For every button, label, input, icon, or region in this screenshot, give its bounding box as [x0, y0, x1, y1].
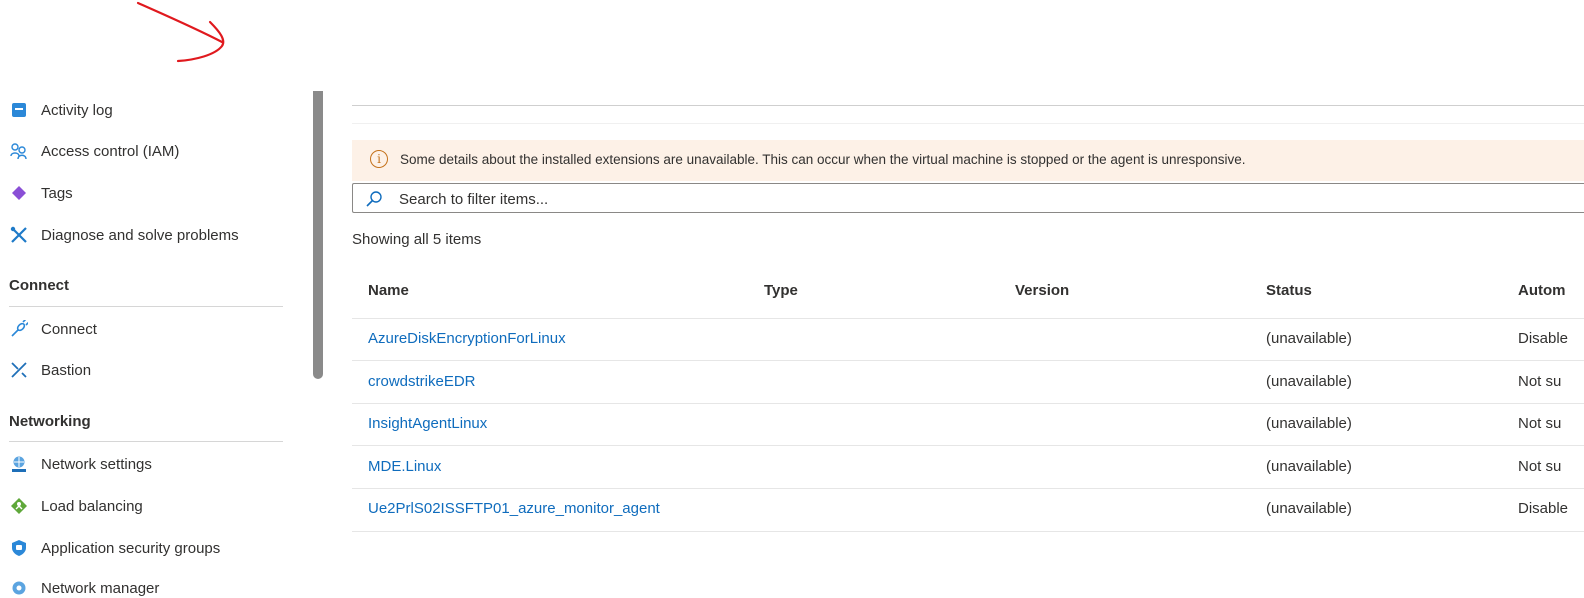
column-header-version[interactable]: Version — [1015, 282, 1069, 299]
sidebar-item-connect[interactable]: Connect — [0, 314, 290, 344]
header-divider — [352, 123, 1584, 124]
header-divider — [352, 105, 1584, 106]
search-icon — [365, 190, 383, 213]
sidebar-item-bastion[interactable]: Bastion — [0, 355, 290, 385]
section-divider — [9, 441, 283, 442]
table-divider — [352, 488, 1584, 489]
table-divider — [352, 531, 1584, 532]
network-manager-icon — [10, 579, 28, 597]
sidebar-item-access-control[interactable]: Access control (IAM) — [0, 136, 290, 166]
extension-auto-upgrade: Disable — [1518, 500, 1569, 517]
sidebar-item-application-security-groups[interactable]: Application security groups — [0, 533, 290, 563]
network-settings-icon — [10, 455, 28, 473]
section-header-networking: Networking — [9, 413, 91, 430]
sidebar-item-label: Diagnose and solve problems — [41, 226, 239, 244]
sidebar-item-label: Load balancing — [41, 497, 143, 515]
extension-status: (unavailable) — [1266, 500, 1352, 517]
extension-status: (unavailable) — [1266, 415, 1352, 432]
activity-log-icon — [10, 101, 28, 119]
shield-icon — [10, 539, 28, 557]
sidebar-item-activity-log[interactable]: Activity log — [0, 95, 290, 125]
sidebar-item-tags[interactable]: Tags — [0, 178, 290, 208]
extensions-panel: i Some details about the installed exten… — [352, 0, 1584, 598]
extension-name-link[interactable]: MDE.Linux — [368, 458, 441, 475]
column-header-name[interactable]: Name — [368, 282, 409, 299]
column-header-type[interactable]: Type — [764, 282, 798, 299]
sidebar-item-label: Connect — [41, 320, 97, 338]
table-divider — [352, 403, 1584, 404]
sidebar-item-label: Application security groups — [41, 539, 221, 557]
extension-auto-upgrade: Not su — [1518, 415, 1562, 432]
extension-name-link[interactable]: AzureDiskEncryptionForLinux — [368, 330, 566, 347]
extension-status: (unavailable) — [1266, 373, 1352, 390]
table-divider — [352, 360, 1584, 361]
sidebar: Activity log Access control (IAM) Tags D… — [0, 90, 300, 598]
extension-auto-upgrade: Disable — [1518, 330, 1569, 347]
extension-auto-upgrade: Not su — [1518, 458, 1562, 475]
extension-name-link[interactable]: InsightAgentLinux — [368, 415, 487, 432]
sidebar-item-label: Tags — [41, 184, 73, 202]
search-input[interactable] — [399, 188, 1099, 210]
sidebar-item-label: Access control (IAM) — [41, 142, 180, 160]
access-control-icon — [10, 142, 28, 160]
column-header-status[interactable]: Status — [1266, 282, 1312, 299]
info-icon: i — [370, 150, 388, 168]
section-header-connect: Connect — [9, 277, 69, 294]
table-divider — [352, 445, 1584, 446]
sidebar-item-diagnose[interactable]: Diagnose and solve problems — [0, 220, 290, 250]
extension-name-link[interactable]: crowdstrikeEDR — [368, 373, 476, 390]
sidebar-item-label: Network manager — [41, 579, 160, 597]
sidebar-item-network-settings[interactable]: Network settings — [0, 449, 290, 479]
column-header-automatic-upgrade[interactable]: Autom — [1518, 282, 1566, 299]
bastion-icon — [10, 361, 28, 379]
sidebar-item-load-balancing[interactable]: Load balancing — [0, 491, 290, 521]
sidebar-item-label: Activity log — [41, 101, 113, 119]
extension-status: (unavailable) — [1266, 330, 1352, 347]
sidebar-scrollbar[interactable] — [313, 91, 323, 379]
extension-status: (unavailable) — [1266, 458, 1352, 475]
search-box[interactable] — [352, 183, 1584, 213]
sidebar-item-label: Bastion — [41, 361, 92, 379]
extension-auto-upgrade: Not su — [1518, 373, 1562, 390]
item-count: Showing all 5 items — [352, 231, 482, 248]
warning-banner: i Some details about the installed exten… — [352, 140, 1584, 181]
diagnose-icon — [10, 226, 28, 244]
sidebar-item-label: Network settings — [41, 455, 152, 473]
table-divider — [352, 318, 1584, 319]
tag-icon — [10, 184, 28, 202]
banner-text: Some details about the installed extensi… — [400, 152, 1246, 167]
section-divider — [9, 306, 283, 307]
sidebar-item-network-manager[interactable]: Network manager — [0, 573, 290, 598]
connect-plug-icon — [10, 320, 28, 338]
extension-name-link[interactable]: Ue2PrlS02ISSFTP01_azure_monitor_agent — [368, 500, 660, 517]
load-balancing-icon — [10, 497, 28, 515]
annotation-arrow — [136, 1, 225, 63]
